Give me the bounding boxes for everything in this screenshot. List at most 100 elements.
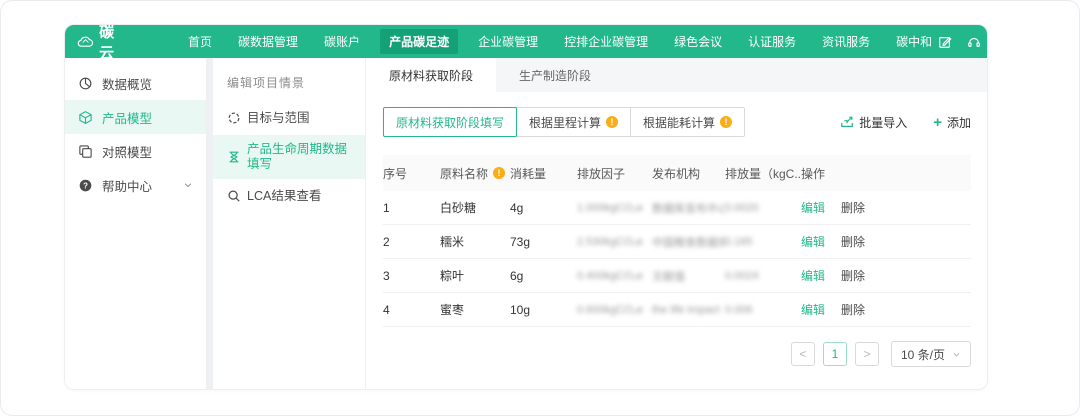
cell-operations: 编辑 删除 [801,233,971,250]
left-sidebar: 数据概览 产品模型 对照模型 ? [65,58,206,389]
next-page-button[interactable]: > [855,342,879,366]
cell-publisher-blurred: 数据库发布中心 [652,200,725,216]
nav-item-carbon-account[interactable]: 碳账户 [318,29,366,54]
plus-icon: + [933,115,942,130]
nav-item-news[interactable]: 资讯服务 [816,29,876,54]
cell-publisher-blurred: 中国粮食数据库 [652,234,725,250]
page-size-value: 10 条/页 [901,346,945,363]
cell-operations: 编辑 删除 [801,267,971,284]
cell-material-name: 粽叶 [440,267,510,284]
cell-consumption: 10g [510,303,577,317]
delete-link[interactable]: 删除 [841,267,865,284]
stage-tabs: 原材料获取阶段 生产制造阶段 [366,58,987,92]
sidebar-item-product-model[interactable]: 产品模型 [65,100,206,134]
nav-item-carbon-data[interactable]: 碳数据管理 [232,29,304,54]
app-card: 碳云 首页 碳数据管理 碳账户 产品碳足迹 企业碳管理 控排企业碳管理 绿色会议… [64,24,988,390]
target-icon [227,111,241,125]
sidebar-item-label: 数据概览 [102,74,152,93]
cell-publisher-blurred: 文献值 [652,268,725,284]
sidebar-item-compare-model[interactable]: 对照模型 [65,134,206,168]
mode-button-energy-calc[interactable]: 根据能耗计算 ! [630,107,745,137]
app-window: 碳云 首页 碳数据管理 碳账户 产品碳足迹 企业碳管理 控排企业碳管理 绿色会议… [0,0,1080,416]
page-number-button[interactable]: 1 [823,342,847,366]
nav-item-certification[interactable]: 认证服务 [742,29,802,54]
step-item-label: LCA结果查看 [247,189,321,204]
cell-emission-blurred: 0.0020 [725,202,801,214]
top-nav-menu: 首页 碳数据管理 碳账户 产品碳足迹 企业碳管理 控排企业碳管理 绿色会议 认证… [182,29,938,54]
mode-button-label: 根据里程计算 [529,114,601,131]
col-header-consumption: 消耗量 [510,165,577,182]
svg-text:?: ? [83,181,88,190]
table-row: 4 蜜枣 10g 0.600kgCO₂e the life impact 0.0… [383,293,971,327]
cell-operations: 编辑 删除 [801,199,971,216]
sidebar-item-label: 产品模型 [102,108,152,127]
cloud-icon [77,33,94,50]
step-item-label: 产品生命周期数据填写 [247,142,356,172]
nav-item-product-footprint[interactable]: 产品碳足迹 [380,29,458,54]
cell-consumption: 4g [510,201,577,215]
import-icon [840,115,854,129]
delete-link[interactable]: 删除 [841,233,865,250]
prev-page-button[interactable]: < [791,342,815,366]
table-row: 3 粽叶 6g 0.400kgCO₂e 文献值 0.0024 编辑 删除 [383,259,971,293]
materials-table: 序号 原料名称 ! 消耗量 排放因子 发布机构 排放量（kgC... 操作 [383,155,971,327]
delete-link[interactable]: 删除 [841,199,865,216]
cell-emission-blurred: 0.0024 [725,270,801,282]
nav-item-home[interactable]: 首页 [182,29,218,54]
edit-link[interactable]: 编辑 [801,199,825,216]
cube-icon [78,110,93,125]
cell-no: 2 [383,235,440,249]
batch-import-label: 批量导入 [859,114,907,131]
tab-manufacturing-stage[interactable]: 生产制造阶段 [496,58,614,92]
cell-emission-blurred: 0.185 [725,236,801,248]
nav-item-controlled-enterprise[interactable]: 控排企业碳管理 [558,29,654,54]
cell-consumption: 6g [510,269,577,283]
step-item-goal-scope[interactable]: 目标与范围 [213,101,365,135]
project-panel: 编辑项目情景 目标与范围 产品生命周期数据填写 [213,58,366,389]
mode-button-raw-material-fill[interactable]: 原材料获取阶段填写 [383,107,517,137]
nav-item-green-meeting[interactable]: 绿色会议 [668,29,728,54]
edit-link[interactable]: 编辑 [801,267,825,284]
main-content: 原材料获取阶段 生产制造阶段 原材料获取阶段填写 根据里程计算 ! [366,58,987,389]
chevron-down-icon[interactable] [183,180,193,190]
cell-consumption: 73g [510,235,577,249]
nav-item-enterprise-carbon[interactable]: 企业碳管理 [472,29,544,54]
edit-link[interactable]: 编辑 [801,233,825,250]
brand-logo[interactable]: 碳云 [77,24,122,63]
delete-link[interactable]: 删除 [841,301,865,318]
table-header-row: 序号 原料名称 ! 消耗量 排放因子 发布机构 排放量（kgC... 操作 [383,155,971,191]
edit-link[interactable]: 编辑 [801,301,825,318]
tab-raw-material-stage[interactable]: 原材料获取阶段 [366,58,496,92]
cell-material-name: 白砂糖 [440,199,510,216]
cell-operations: 编辑 删除 [801,301,971,318]
warning-icon: ! [493,167,505,179]
pie-chart-icon [78,76,93,91]
mode-button-mileage-calc[interactable]: 根据里程计算 ! [516,107,631,137]
step-item-lifecycle-data[interactable]: 产品生命周期数据填写 [213,135,365,179]
copy-icon [78,144,93,159]
page-size-select[interactable]: 10 条/页 [891,341,971,367]
pagination: < 1 > 10 条/页 [383,341,971,367]
headset-icon[interactable] [967,35,981,49]
warning-icon: ! [606,116,618,128]
chevron-down-icon [952,350,961,359]
calc-mode-group: 原材料获取阶段填写 根据里程计算 ! 根据能耗计算 ! [383,107,745,137]
compose-icon[interactable] [938,35,952,49]
table-actions: 批量导入 + 添加 [840,114,971,131]
col-header-emission: 排放量（kgC... [725,165,801,182]
cell-no: 1 [383,201,440,215]
sidebar-item-data-overview[interactable]: 数据概览 [65,66,206,100]
nav-item-carbon-neutral[interactable]: 碳中和 [890,29,938,54]
stage-content: 原材料获取阶段填写 根据里程计算 ! 根据能耗计算 ! [366,92,987,389]
cell-publisher-blurred: the life impact [652,304,725,316]
add-label: 添加 [947,114,971,131]
warning-icon: ! [720,116,732,128]
mode-button-label: 根据能耗计算 [643,114,715,131]
batch-import-button[interactable]: 批量导入 [840,114,907,131]
sidebar-item-help-center[interactable]: ? 帮助中心 [65,168,206,202]
step-item-lca-result[interactable]: LCA结果查看 [213,179,365,213]
col-header-no: 序号 [383,165,440,182]
cell-emission-factor-blurred: 0.600kgCO₂e [577,304,652,316]
add-button[interactable]: + 添加 [933,114,971,131]
mode-button-label: 原材料获取阶段填写 [396,114,504,131]
